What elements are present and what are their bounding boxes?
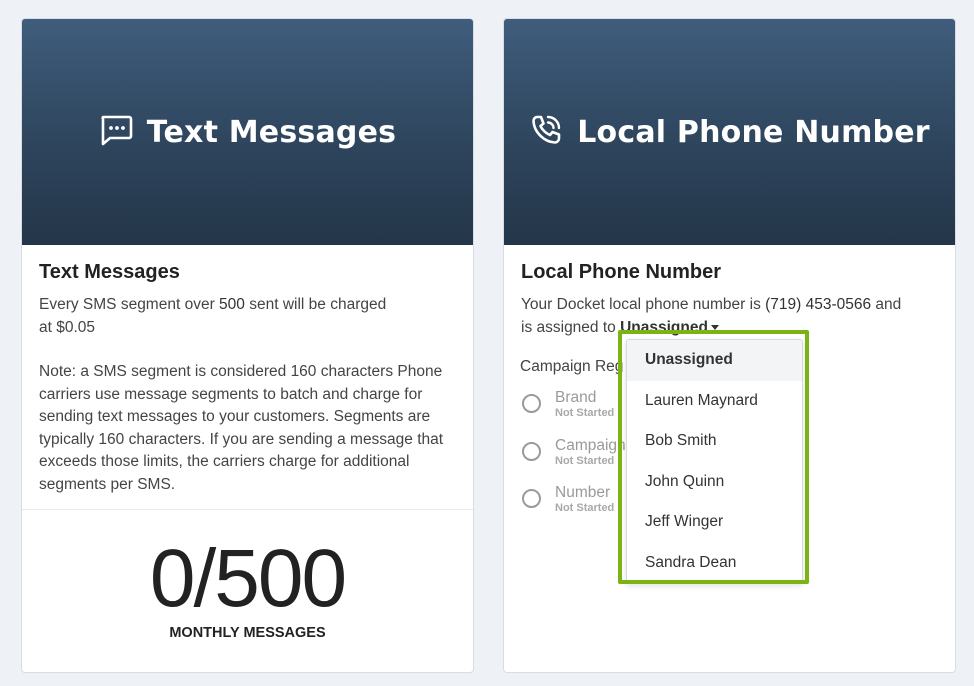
phone-call-icon [529, 113, 563, 152]
banner-title: Local Phone Number [577, 114, 930, 150]
card-title: Text Messages [39, 261, 180, 283]
sms-note: Note: a SMS segment is considered 160 ch… [39, 363, 444, 493]
radio-button[interactable] [522, 442, 541, 461]
campaign-registration-title: Campaign Reg [520, 358, 624, 375]
text-messages-card: Text Messages Text Messages Every SMS se… [21, 18, 474, 673]
card-title: Local Phone Number [521, 261, 722, 283]
step-number: Number Not Started [522, 483, 614, 515]
banner-title: Text Messages [146, 114, 397, 150]
step-brand: Brand Not Started [522, 388, 614, 420]
text-messages-banner: Text Messages [22, 19, 473, 245]
radio-button[interactable] [522, 489, 541, 508]
highlight-box [618, 330, 809, 584]
chat-bubble-icon [99, 114, 133, 151]
sms-pricing-text: Every SMS segment over 500 sent will be … [39, 296, 387, 336]
usage-counter: 0/500 [149, 533, 347, 624]
divider [22, 509, 473, 510]
radio-button[interactable] [522, 394, 541, 413]
local-phone-banner: Local Phone Number [504, 19, 955, 245]
usage-label: MONTHLY MESSAGES [169, 625, 326, 641]
step-campaign: Campaign Not Started [522, 436, 626, 468]
phone-number: (719) 453-0566 [765, 296, 872, 313]
